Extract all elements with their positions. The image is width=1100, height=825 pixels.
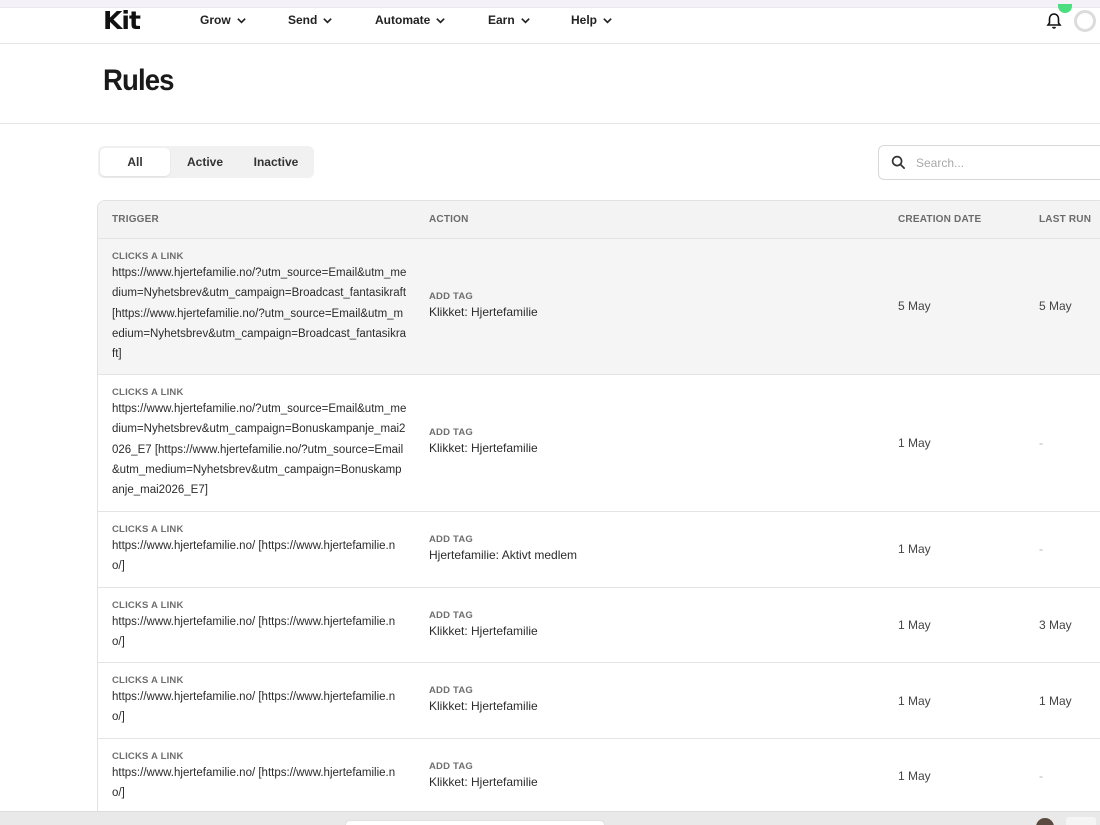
table-header: TRIGGER ACTION CREATION DATE LAST RUN xyxy=(98,201,1100,239)
search-input[interactable] xyxy=(916,155,1086,170)
last-run: - xyxy=(1039,436,1043,450)
action-value: Klikket: Hjertefamilie xyxy=(429,441,538,455)
trigger-cell: CLICKS A LINK https://www.hjertefamilie.… xyxy=(112,675,407,728)
notification-badge xyxy=(1058,4,1072,13)
last-run: 5 May xyxy=(1039,299,1072,313)
rules-table: TRIGGER ACTION CREATION DATE LAST RUN CL… xyxy=(97,200,1100,816)
nav-grow-label: Grow xyxy=(200,13,231,27)
bottom-button[interactable] xyxy=(1066,817,1096,825)
trigger-url: https://www.hjertefamilie.no/?utm_source… xyxy=(112,267,407,361)
chevron-down-icon xyxy=(323,17,333,24)
trigger-type: CLICKS A LINK xyxy=(112,600,184,611)
action-type: ADD TAG xyxy=(429,761,473,772)
nav-automate[interactable]: Automate xyxy=(375,13,446,27)
action-type: ADD TAG xyxy=(429,291,473,302)
action-value: Klikket: Hjertefamilie xyxy=(429,699,538,713)
filter-inactive-button[interactable]: Inactive xyxy=(240,148,312,176)
trigger-type: CLICKS A LINK xyxy=(112,387,184,398)
trigger-url: https://www.hjertefamilie.no/ [https://w… xyxy=(112,767,396,800)
nav-help-label: Help xyxy=(571,13,598,27)
creation-date: 1 May xyxy=(898,694,931,708)
action-cell: ADD TAG Klikket: Hjertefamilie xyxy=(429,610,689,639)
creation-date: 1 May xyxy=(898,618,931,632)
trigger-url: https://www.hjertefamilie.no/ [https://w… xyxy=(112,691,396,724)
table-row[interactable]: CLICKS A LINK https://www.hjertefamilie.… xyxy=(98,239,1100,375)
trigger-type: CLICKS A LINK xyxy=(112,751,184,762)
trigger-url: https://www.hjertefamilie.no/?utm_source… xyxy=(112,403,407,497)
column-header-last-run[interactable]: LAST RUN xyxy=(1039,214,1091,225)
creation-date: 1 May xyxy=(898,542,931,556)
action-value: Klikket: Hjertefamilie xyxy=(429,624,538,638)
trigger-cell: CLICKS A LINK https://www.hjertefamilie.… xyxy=(112,251,407,364)
table-row[interactable]: CLICKS A LINK https://www.hjertefamilie.… xyxy=(98,512,1100,588)
search-icon xyxy=(891,155,905,169)
chevron-down-icon xyxy=(436,17,446,24)
action-cell: ADD TAG Klikket: Hjertefamilie xyxy=(429,761,689,790)
nav-earn-label: Earn xyxy=(488,13,515,27)
action-type: ADD TAG xyxy=(429,610,473,621)
column-header-trigger[interactable]: TRIGGER xyxy=(112,214,159,225)
trigger-cell: CLICKS A LINK https://www.hjertefamilie.… xyxy=(112,751,407,804)
chevron-down-icon xyxy=(603,17,612,24)
top-navbar: Kit Grow Send Automate Earn Help xyxy=(0,4,1100,44)
trigger-type: CLICKS A LINK xyxy=(112,251,184,262)
table-row[interactable]: CLICKS A LINK https://www.hjertefamilie.… xyxy=(98,588,1100,663)
action-type: ADD TAG xyxy=(429,427,473,438)
trigger-url: https://www.hjertefamilie.no/ [https://w… xyxy=(112,540,396,573)
avatar[interactable] xyxy=(1074,10,1096,32)
nav-automate-label: Automate xyxy=(375,13,431,27)
action-value: Hjertefamilie: Aktivt medlem xyxy=(429,548,578,562)
chevron-down-icon xyxy=(520,17,530,24)
filter-active-button[interactable]: Active xyxy=(170,148,240,176)
column-header-action[interactable]: ACTION xyxy=(429,214,469,225)
action-value: Klikket: Hjertefamilie xyxy=(429,775,538,789)
action-value: Klikket: Hjertefamilie xyxy=(429,305,538,319)
action-cell: ADD TAG Klikket: Hjertefamilie xyxy=(429,427,689,456)
action-cell: ADD TAG Klikket: Hjertefamilie xyxy=(429,685,689,714)
search-box xyxy=(878,145,1100,180)
nav-help[interactable]: Help xyxy=(571,13,613,27)
last-run: 1 May xyxy=(1039,694,1072,708)
last-run: 3 May xyxy=(1039,618,1072,632)
action-cell: ADD TAG Klikket: Hjertefamilie xyxy=(429,291,689,320)
trigger-cell: CLICKS A LINK https://www.hjertefamilie.… xyxy=(112,600,407,653)
nav-grow[interactable]: Grow xyxy=(200,13,247,27)
table-row[interactable]: CLICKS A LINK https://www.hjertefamilie.… xyxy=(98,739,1100,815)
trigger-cell: CLICKS A LINK https://www.hjertefamilie.… xyxy=(112,387,407,500)
chevron-down-icon xyxy=(236,17,246,24)
browser-top-strip xyxy=(0,0,1100,8)
page-title: Rules xyxy=(103,64,174,97)
status-filter-tabs: All Active Inactive xyxy=(98,146,314,178)
creation-date: 1 May xyxy=(898,436,931,450)
nav-send-label: Send xyxy=(288,13,318,27)
action-type: ADD TAG xyxy=(429,534,473,545)
last-run: - xyxy=(1039,542,1043,556)
nav-earn[interactable]: Earn xyxy=(488,13,531,27)
column-header-creation-date[interactable]: CREATION DATE xyxy=(898,214,981,225)
page-header: Rules xyxy=(0,44,1100,124)
action-cell: ADD TAG Hjertefamilie: Aktivt medlem xyxy=(429,534,689,563)
creation-date: 1 May xyxy=(898,769,931,783)
bottom-pill[interactable] xyxy=(345,820,605,825)
bell-icon[interactable] xyxy=(1046,12,1062,30)
table-row[interactable]: CLICKS A LINK https://www.hjertefamilie.… xyxy=(98,663,1100,739)
filter-all-button[interactable]: All xyxy=(100,148,170,176)
trigger-type: CLICKS A LINK xyxy=(112,675,184,686)
kit-logo[interactable]: Kit xyxy=(103,6,141,35)
trigger-type: CLICKS A LINK xyxy=(112,524,184,535)
trigger-cell: CLICKS A LINK https://www.hjertefamilie.… xyxy=(112,524,407,577)
table-row[interactable]: CLICKS A LINK https://www.hjertefamilie.… xyxy=(98,375,1100,512)
creation-date: 5 May xyxy=(898,299,931,313)
nav-send[interactable]: Send xyxy=(288,13,333,27)
action-type: ADD TAG xyxy=(429,685,473,696)
last-run: - xyxy=(1039,769,1043,783)
trigger-url: https://www.hjertefamilie.no/ [https://w… xyxy=(112,616,396,649)
